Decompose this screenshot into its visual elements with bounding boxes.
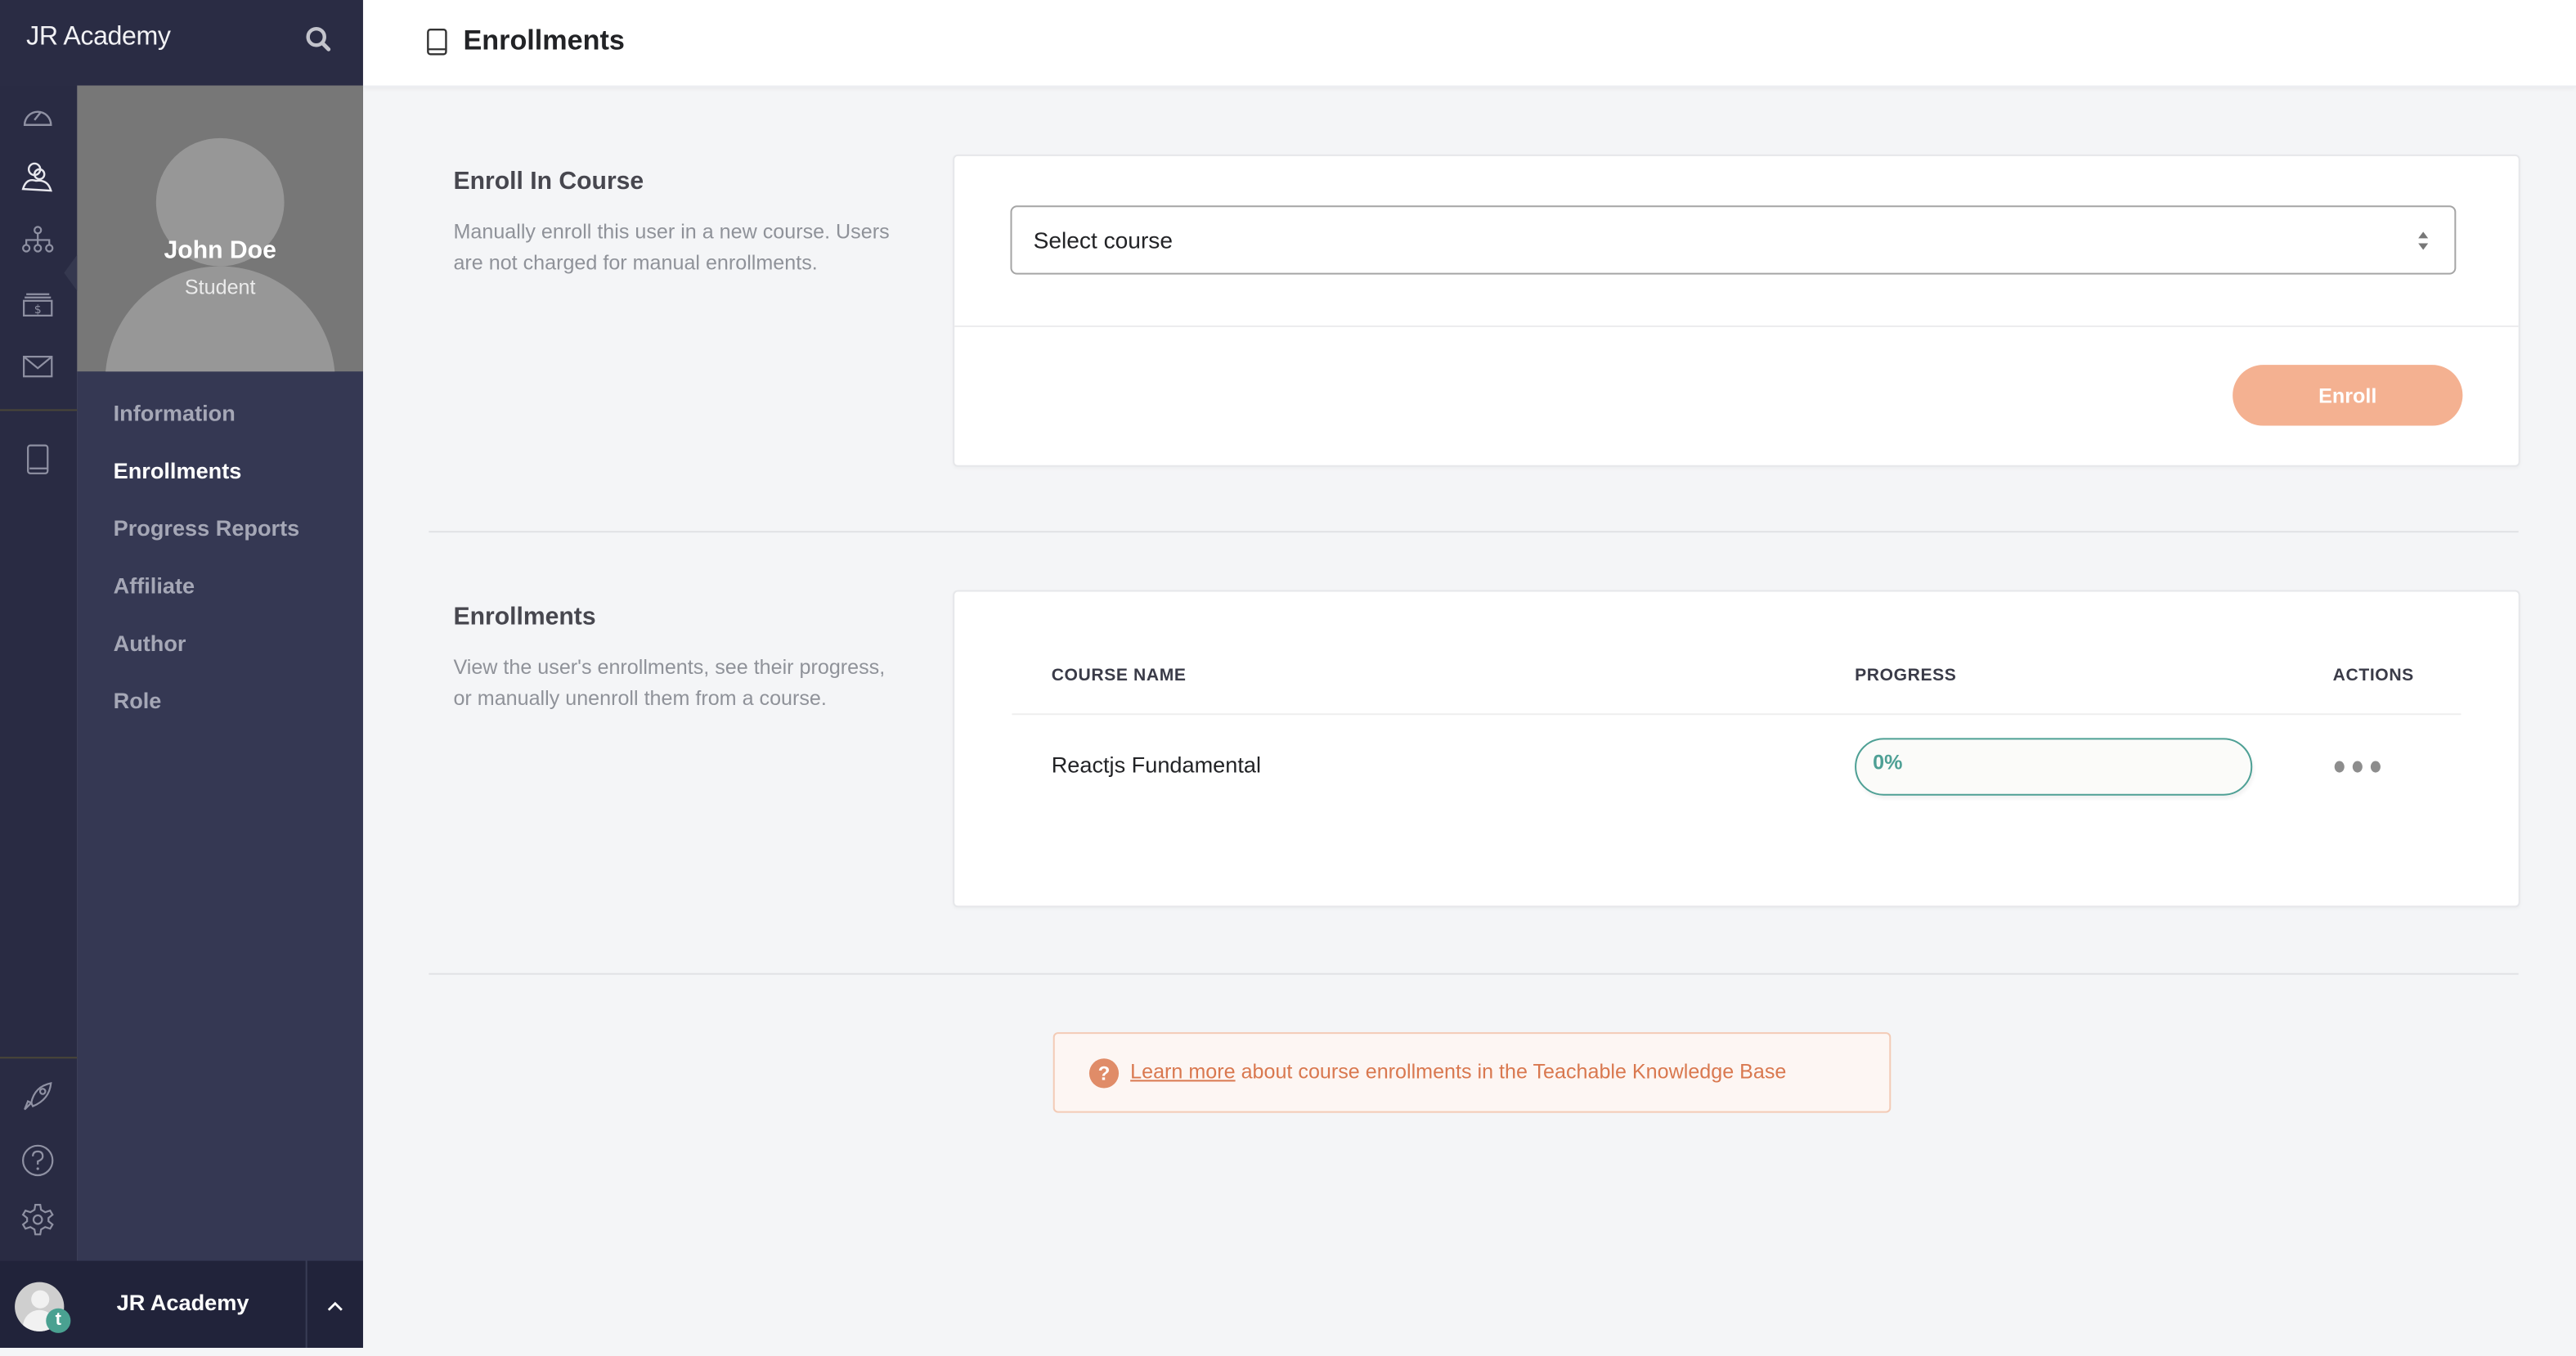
rocket-icon[interactable] xyxy=(20,1078,56,1114)
mail-icon[interactable] xyxy=(20,348,56,384)
learn-more-link[interactable]: Learn more xyxy=(1130,1060,1235,1083)
course-select[interactable]: Select course xyxy=(1010,205,2457,275)
progress-label: 0% xyxy=(1873,751,1903,775)
icon-rail: $ xyxy=(0,85,78,1261)
select-arrows-icon xyxy=(2417,230,2430,251)
sitemap-icon[interactable] xyxy=(20,223,56,259)
submenu-item-progress-reports[interactable]: Progress Reports xyxy=(114,510,300,567)
card-divider xyxy=(954,325,2519,327)
user-panel: John Doe Student Information Enrollments… xyxy=(77,85,363,1261)
section-divider xyxy=(429,531,2519,533)
course-select-value: Select course xyxy=(1033,227,1174,254)
column-header-progress[interactable]: PROGRESS xyxy=(1855,666,1956,685)
knowledge-base-note: ? Learn more about course enrollments in… xyxy=(1052,1032,1892,1113)
enroll-card: Select course Enroll xyxy=(953,154,2520,467)
enrollments-section-description: View the user's enrollments, see their p… xyxy=(453,655,886,711)
column-header-actions: ACTIONS xyxy=(2332,665,2414,686)
brand-name[interactable]: JR Academy xyxy=(26,23,171,52)
enrollments-section-title: Enrollments xyxy=(453,603,596,631)
enroll-button[interactable]: Enroll xyxy=(2233,365,2463,426)
rail-divider-bottom xyxy=(0,1057,78,1059)
book-icon xyxy=(425,28,448,56)
more-actions-icon[interactable] xyxy=(2328,749,2394,782)
dashboard-icon[interactable] xyxy=(20,99,56,135)
submenu-item-enrollments[interactable]: Enrollments xyxy=(114,452,300,510)
progress-bar: 0% xyxy=(1855,738,2253,796)
submenu-item-role[interactable]: Role xyxy=(114,682,300,739)
profile-name: John Doe xyxy=(164,236,276,265)
user-submenu: Information Enrollments Progress Reports… xyxy=(114,394,300,739)
active-indicator xyxy=(64,254,78,291)
table-header-divider xyxy=(1012,713,2462,716)
top-bar: Enrollments xyxy=(362,0,2576,88)
submenu-item-information[interactable]: Information xyxy=(114,394,300,451)
settings-icon[interactable] xyxy=(20,1201,56,1237)
app-root: JR Academy $ John Doe Student Informatio… xyxy=(0,0,2576,1349)
knowledge-base-text: Learn more about course enrollments in t… xyxy=(1130,1060,1786,1083)
rail-divider xyxy=(0,409,78,411)
section-divider-bottom xyxy=(429,972,2519,975)
submenu-item-author[interactable]: Author xyxy=(114,625,300,682)
course-name[interactable]: Reactjs Fundamental xyxy=(1052,752,1261,777)
submenu-item-affiliate[interactable]: Affiliate xyxy=(114,567,300,624)
chevron-up-icon[interactable] xyxy=(307,1260,363,1348)
brand-bar: JR Academy xyxy=(0,0,363,86)
question-icon: ? xyxy=(1088,1058,1120,1089)
school-name[interactable]: JR Academy xyxy=(117,1291,249,1315)
enrollments-card: COURSE NAME PROGRESS ACTIONS Reactjs Fun… xyxy=(953,590,2520,908)
book-icon[interactable] xyxy=(20,442,56,478)
svg-text:$: $ xyxy=(34,303,42,317)
page-title: Enrollments xyxy=(463,25,625,56)
enroll-section-description: Manually enroll this user in a new cours… xyxy=(453,220,890,275)
sales-icon[interactable]: $ xyxy=(20,286,56,322)
help-icon[interactable] xyxy=(20,1143,56,1179)
users-icon[interactable] xyxy=(20,159,56,195)
sidebar-footer: t JR Academy xyxy=(0,1260,363,1349)
search-icon[interactable] xyxy=(303,23,335,56)
teachable-badge: t xyxy=(46,1308,71,1333)
enroll-section-title: Enroll In Course xyxy=(453,167,644,196)
knowledge-base-suffix: about course enrollments in the Teachabl… xyxy=(1235,1060,1787,1084)
profile-role: Student xyxy=(184,276,256,299)
profile-card: John Doe Student xyxy=(77,85,363,372)
column-header-course-name[interactable]: COURSE NAME xyxy=(1052,666,1187,685)
